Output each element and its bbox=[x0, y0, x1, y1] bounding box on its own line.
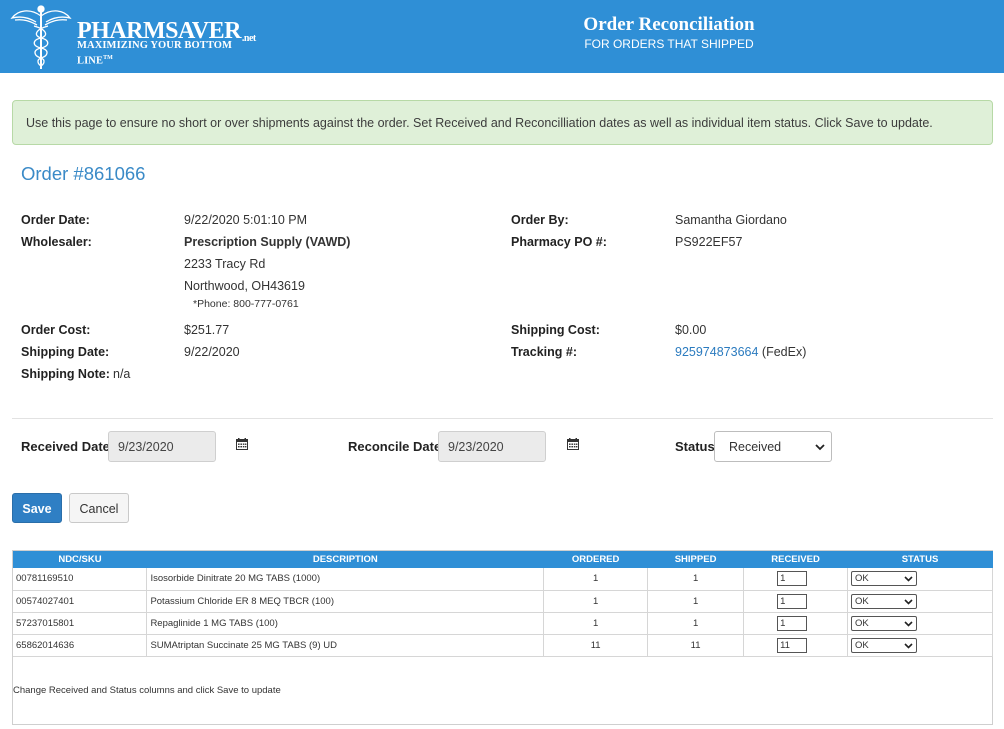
wholesaler-label: Wholesaler: bbox=[21, 235, 92, 249]
save-button[interactable]: Save bbox=[12, 493, 62, 523]
chevron-down-icon bbox=[904, 598, 913, 605]
table-row: 65862014636 SUMAtriptan Succinate 25 MG … bbox=[13, 634, 993, 657]
table-row: 00781169510 Isosorbide Dinitrate 20 MG T… bbox=[13, 568, 993, 591]
shipped-cell: 1 bbox=[647, 568, 745, 591]
received-date-label: Received Date bbox=[21, 439, 110, 454]
page-title: Order Reconciliation bbox=[583, 14, 755, 35]
received-cell: 1 bbox=[743, 590, 849, 613]
status-label: Status bbox=[675, 439, 715, 454]
status-cell: OK bbox=[847, 568, 993, 591]
pharmacy-po-label: Pharmacy PO #: bbox=[511, 235, 607, 249]
cancel-button[interactable]: Cancel bbox=[69, 493, 129, 523]
reconcile-date-label: Reconcile Date bbox=[348, 439, 442, 454]
item-status-select[interactable]: OK bbox=[851, 615, 918, 631]
shipped-cell: 1 bbox=[647, 590, 745, 613]
description-cell: Isosorbide Dinitrate 20 MG TABS (1000) bbox=[146, 568, 545, 591]
wholesaler-name: Prescription Supply (VAWD) bbox=[184, 235, 351, 249]
shipped-cell: 11 bbox=[647, 634, 745, 657]
item-status-value: OK bbox=[855, 573, 869, 585]
table-row: 00574027401 Potassium Chloride ER 8 MEQ … bbox=[13, 590, 993, 613]
shipping-cost-value: $0.00 bbox=[675, 323, 707, 337]
chevron-down-icon bbox=[904, 620, 913, 627]
shipping-note-value: n/a bbox=[113, 367, 131, 381]
status-cell: OK bbox=[847, 590, 993, 613]
col-header-shipped[interactable]: SHIPPED bbox=[647, 551, 744, 568]
col-header-status[interactable]: STATUS bbox=[847, 551, 993, 568]
calendar-icon[interactable] bbox=[567, 438, 579, 450]
received-cell: 1 bbox=[743, 612, 849, 635]
col-header-ndc[interactable]: NDC/SKU bbox=[13, 551, 147, 568]
description-cell: Potassium Chloride ER 8 MEQ TBCR (100) bbox=[146, 590, 545, 613]
info-alert: Use this page to ensure no short or over… bbox=[12, 100, 993, 145]
reconcile-date-input[interactable]: 9/23/2020 bbox=[438, 431, 546, 462]
wholesaler-address-line1: 2233 Tracy Rd bbox=[184, 257, 266, 271]
item-status-select[interactable]: OK bbox=[851, 593, 918, 609]
ordered-cell: 11 bbox=[543, 634, 649, 657]
logo-tagline: MAXIMIZING YOUR BOTTOM LINE bbox=[77, 40, 233, 67]
calendar-icon[interactable] bbox=[236, 438, 248, 450]
received-cell: 1 bbox=[743, 568, 849, 591]
table-footnote: Change Received and Status columns and c… bbox=[13, 685, 281, 696]
status-select[interactable]: Received bbox=[714, 431, 832, 462]
ordered-cell: 1 bbox=[543, 568, 649, 591]
ordered-cell: 1 bbox=[543, 590, 649, 613]
col-header-ordered[interactable]: ORDERED bbox=[543, 551, 648, 568]
ndc-cell: 65862014636 bbox=[13, 634, 148, 657]
logo-trademark: TM bbox=[103, 55, 113, 61]
status-select-value: Received bbox=[729, 440, 782, 454]
item-status-select[interactable]: OK bbox=[851, 571, 918, 587]
ndc-cell: 00781169510 bbox=[13, 568, 148, 591]
shipping-cost-label: Shipping Cost: bbox=[511, 323, 600, 337]
order-items-table-container: NDC/SKU DESCRIPTION ORDERED SHIPPED RECE… bbox=[12, 550, 993, 725]
wholesaler-address-line2: Northwood, OH43619 bbox=[184, 279, 305, 293]
status-cell: OK bbox=[847, 634, 993, 657]
shipping-date-label: Shipping Date: bbox=[21, 345, 110, 359]
item-status-select[interactable]: OK bbox=[851, 637, 918, 653]
item-status-value: OK bbox=[855, 639, 869, 651]
header-bar: PHARMSAVER.net MAXIMIZING YOUR BOTTOM LI… bbox=[0, 0, 1004, 73]
description-cell: SUMAtriptan Succinate 25 MG TABS (9) UD bbox=[146, 634, 545, 657]
ndc-cell: 00574027401 bbox=[13, 590, 148, 613]
received-qty-input[interactable]: 1 bbox=[777, 615, 808, 631]
col-header-received[interactable]: RECEIVED bbox=[743, 551, 848, 568]
wholesaler-phone: *Phone: 800-777-0761 bbox=[193, 298, 299, 310]
order-date-value: 9/22/2020 5:01:10 PM bbox=[184, 213, 308, 227]
ndc-cell: 57237015801 bbox=[13, 612, 148, 635]
received-qty-input[interactable]: 1 bbox=[777, 593, 808, 609]
order-date-label: Order Date: bbox=[21, 213, 90, 227]
status-cell: OK bbox=[847, 612, 993, 635]
item-status-value: OK bbox=[855, 595, 869, 607]
item-status-value: OK bbox=[855, 617, 869, 629]
order-cost-label: Order Cost: bbox=[21, 323, 91, 337]
order-cost-value: $251.77 bbox=[184, 323, 230, 337]
logo-suffix: .net bbox=[241, 33, 256, 44]
tracking-number-link[interactable]: 925974873664 bbox=[675, 345, 758, 359]
caduceus-icon bbox=[10, 5, 72, 69]
shipping-date-value: 9/22/2020 bbox=[184, 345, 240, 359]
order-by-label: Order By: bbox=[511, 213, 569, 227]
pharmsaver-logo[interactable]: PHARMSAVER.net MAXIMIZING YOUR BOTTOM LI… bbox=[10, 4, 270, 70]
divider bbox=[12, 418, 993, 419]
received-date-input[interactable]: 9/23/2020 bbox=[108, 431, 216, 462]
received-qty-input[interactable]: 11 bbox=[777, 637, 808, 653]
order-title: Order #861066 bbox=[21, 163, 146, 184]
shipping-note-label: Shipping Note: bbox=[21, 367, 110, 381]
table-row: 57237015801 Repaglinide 1 MG TABS (100) … bbox=[13, 612, 993, 635]
chevron-down-icon bbox=[904, 576, 913, 582]
shipped-cell: 1 bbox=[647, 612, 745, 635]
col-header-description[interactable]: DESCRIPTION bbox=[146, 551, 544, 568]
received-qty-input[interactable]: 1 bbox=[777, 571, 808, 587]
order-items-table: NDC/SKU DESCRIPTION ORDERED SHIPPED RECE… bbox=[13, 551, 993, 657]
table-header-row: NDC/SKU DESCRIPTION ORDERED SHIPPED RECE… bbox=[13, 551, 993, 568]
order-by-value: Samantha Giordano bbox=[675, 213, 787, 227]
tracking-carrier: (FedEx) bbox=[761, 345, 807, 359]
ordered-cell: 1 bbox=[543, 612, 649, 635]
chevron-down-icon bbox=[815, 444, 825, 451]
page-subtitle: FOR ORDERS THAT SHIPPED bbox=[584, 37, 754, 51]
chevron-down-icon bbox=[904, 642, 913, 649]
description-cell: Repaglinide 1 MG TABS (100) bbox=[146, 612, 545, 635]
pharmacy-po-value: PS922EF57 bbox=[675, 235, 743, 249]
received-cell: 11 bbox=[743, 634, 849, 657]
tracking-label: Tracking #: bbox=[511, 345, 577, 359]
